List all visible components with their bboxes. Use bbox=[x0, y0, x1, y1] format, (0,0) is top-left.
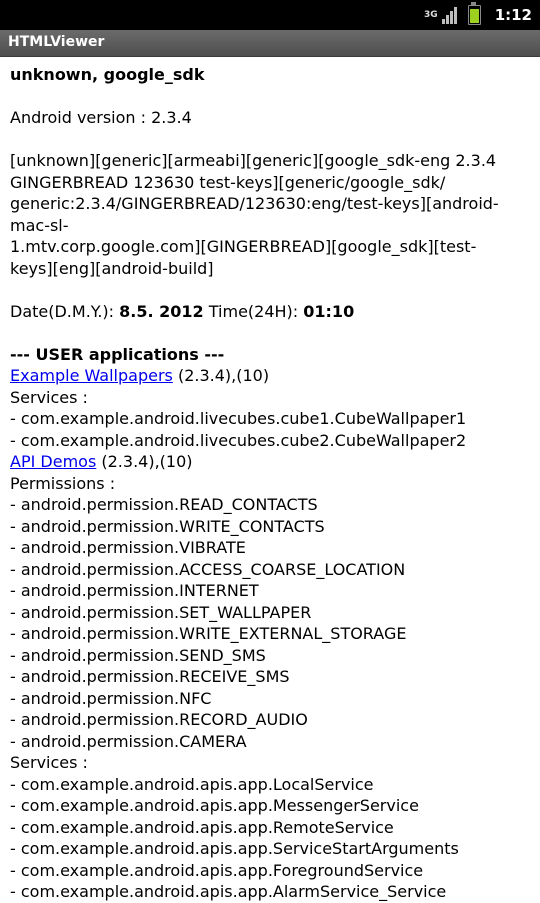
services-label: Services : bbox=[10, 753, 88, 772]
app-entry: API Demos (2.3.4),(10) bbox=[10, 451, 532, 473]
app-version: (2.3.4),(10) bbox=[177, 366, 270, 385]
app-title: HTMLViewer bbox=[8, 34, 105, 50]
network-type-indicator: 3G bbox=[424, 9, 438, 20]
signal-strength-icon bbox=[441, 6, 458, 24]
build-line: 1.mtv.corp.google.com][GINGERBREAD][goog… bbox=[10, 237, 477, 256]
build-info: [unknown][generic][armeabi][generic][goo… bbox=[10, 150, 532, 279]
status-clock: 1:12 bbox=[494, 6, 532, 24]
build-line: keys][eng][android-build] bbox=[10, 258, 214, 278]
date-value: 8.5. 2012 bbox=[119, 301, 204, 321]
permissions-label: Permissions : bbox=[10, 473, 116, 493]
time-value: 01:10 bbox=[303, 301, 355, 321]
build-line: [unknown][generic][armeabi][generic][goo… bbox=[10, 151, 497, 170]
app-link-example-wallpapers[interactable]: Example Wallpapers bbox=[10, 366, 173, 385]
app-title-bar: HTMLViewer bbox=[0, 30, 540, 57]
permission-item: - android.permission.SEND_SMS bbox=[10, 645, 266, 665]
battery-icon bbox=[467, 2, 481, 25]
time-label: Time(24H): bbox=[208, 301, 299, 321]
device-heading: unknown, google_sdk bbox=[10, 65, 205, 84]
permission-item: - android.permission.READ_CONTACTS bbox=[10, 495, 318, 514]
date-time-line: Date(D.M.Y.): 8.5. 2012 Time(24H): 01:10 bbox=[10, 301, 532, 323]
service-item: - com.example.android.apis.app.LocalServ… bbox=[10, 774, 374, 794]
permission-item: - android.permission.RECORD_AUDIO bbox=[10, 710, 308, 729]
permission-item: - android.permission.WRITE_EXTERNAL_STOR… bbox=[10, 624, 407, 643]
service-item: - com.example.android.apis.app.Messenger… bbox=[10, 796, 419, 815]
date-label: Date(D.M.Y.): bbox=[10, 301, 115, 321]
status-icons: 3G 1:12 bbox=[424, 0, 540, 30]
html-content[interactable]: unknown, google_sdk Android version : 2.… bbox=[10, 56, 532, 903]
permission-item: - android.permission.RECEIVE_SMS bbox=[10, 667, 290, 686]
permission-item: - android.permission.SET_WALLPAPER bbox=[10, 602, 312, 622]
build-line: generic:2.3.4/GINGERBREAD/123630:eng/tes… bbox=[10, 194, 499, 213]
user-apps-heading: --- USER applications --- bbox=[10, 344, 225, 364]
permission-item: - android.permission.WRITE_CONTACTS bbox=[10, 516, 325, 536]
app-entry: Example Wallpapers (2.3.4),(10) bbox=[10, 365, 532, 387]
service-item: - com.example.android.livecubes.cube2.Cu… bbox=[10, 430, 467, 450]
status-bar: 3G 1:12 bbox=[0, 0, 540, 30]
service-item: - com.example.android.apis.app.AlarmServ… bbox=[10, 882, 447, 901]
permission-item: - android.permission.NFC bbox=[10, 688, 212, 708]
service-item: - com.example.android.apis.app.Foregroun… bbox=[10, 860, 424, 880]
android-version: Android version : 2.3.4 bbox=[10, 108, 192, 127]
build-line: GINGERBREAD 123630 test-keys][generic/go… bbox=[10, 172, 446, 192]
build-line: mac-sl- bbox=[10, 215, 69, 235]
permission-item: - android.permission.INTERNET bbox=[10, 581, 259, 600]
permission-item: - android.permission.ACCESS_COARSE_LOCAT… bbox=[10, 559, 406, 579]
app-link-api-demos[interactable]: API Demos bbox=[10, 452, 96, 471]
app-version: (2.3.4),(10) bbox=[101, 452, 193, 471]
permission-item: - android.permission.CAMERA bbox=[10, 731, 247, 751]
service-item: - com.example.android.livecubes.cube1.Cu… bbox=[10, 409, 467, 428]
permission-item: - android.permission.VIBRATE bbox=[10, 538, 246, 557]
service-item: - com.example.android.apis.app.ServiceSt… bbox=[10, 839, 459, 858]
service-item: - com.example.android.apis.app.RemoteSer… bbox=[10, 817, 394, 837]
services-label: Services : bbox=[10, 387, 88, 407]
